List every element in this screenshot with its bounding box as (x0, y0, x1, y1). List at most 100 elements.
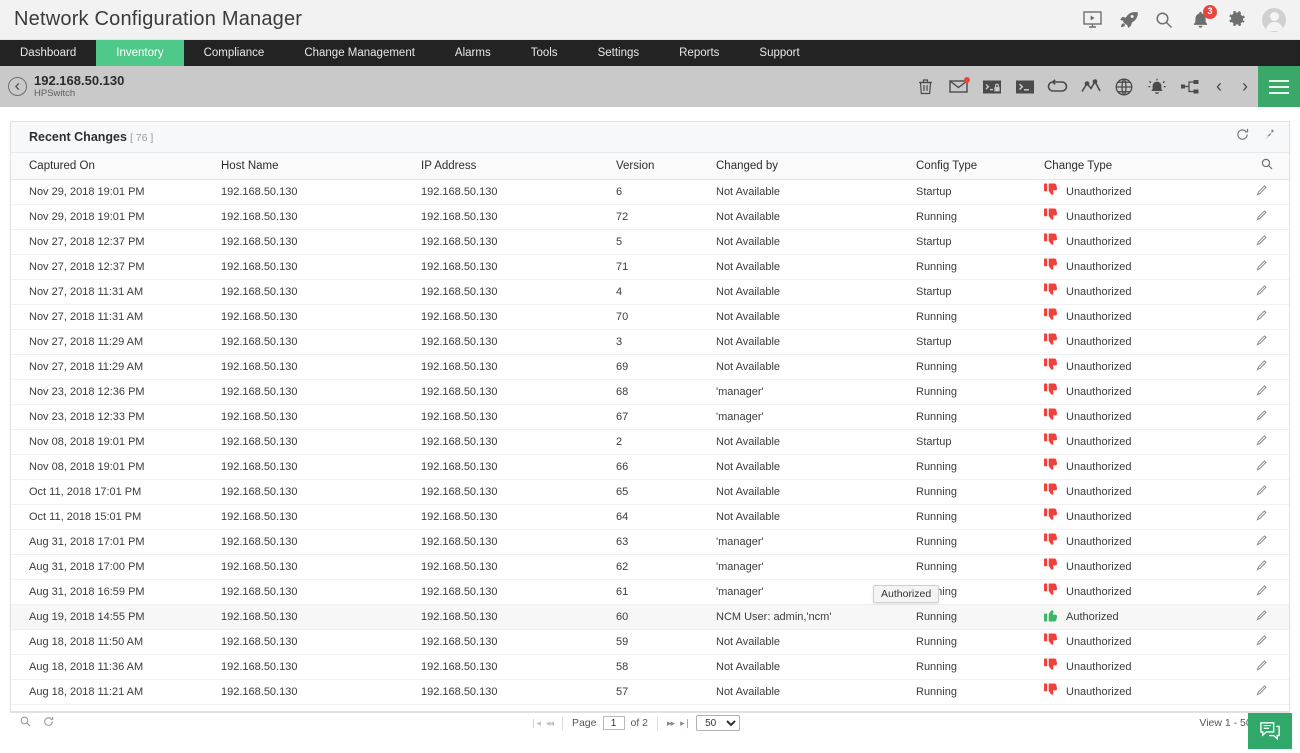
terminal-lock-icon[interactable] (975, 66, 1008, 107)
prev-device-button[interactable]: ‹ (1206, 66, 1232, 107)
cell-actions[interactable] (1233, 454, 1289, 479)
bell-icon[interactable]: 3 (1190, 10, 1210, 30)
cell-actions[interactable] (1233, 479, 1289, 504)
gear-icon[interactable] (1226, 10, 1246, 30)
edit-icon[interactable] (1256, 462, 1267, 474)
nav-item-change-management[interactable]: Change Management (284, 40, 435, 66)
next-device-button[interactable]: › (1232, 66, 1258, 107)
table-row[interactable]: Aug 31, 2018 17:00 PM192.168.50.130192.1… (11, 554, 1289, 579)
avatar[interactable] (1262, 8, 1286, 32)
cell-actions[interactable] (1233, 254, 1289, 279)
cell-actions[interactable] (1233, 179, 1289, 204)
cell-actions[interactable] (1233, 579, 1289, 604)
pin-icon[interactable] (1263, 128, 1275, 146)
table-row[interactable]: Nov 29, 2018 19:01 PM192.168.50.130192.1… (11, 204, 1289, 229)
edit-icon[interactable] (1256, 312, 1267, 324)
table-row[interactable]: Nov 27, 2018 11:31 AM192.168.50.130192.1… (11, 304, 1289, 329)
edit-icon[interactable] (1256, 637, 1267, 649)
chat-button[interactable] (1248, 713, 1292, 749)
nav-item-alarms[interactable]: Alarms (435, 40, 511, 66)
menu-button[interactable] (1258, 66, 1300, 107)
cell-actions[interactable] (1233, 329, 1289, 354)
cell-actions[interactable] (1233, 654, 1289, 679)
cell-actions[interactable] (1233, 554, 1289, 579)
edit-icon[interactable] (1256, 562, 1267, 574)
cell-actions[interactable] (1233, 404, 1289, 429)
edit-icon[interactable] (1256, 387, 1267, 399)
column-ip-address[interactable]: IP Address (421, 153, 616, 179)
edit-icon[interactable] (1256, 287, 1267, 299)
table-row[interactable]: Oct 11, 2018 17:01 PM192.168.50.130192.1… (11, 479, 1289, 504)
edit-icon[interactable] (1256, 437, 1267, 449)
cell-actions[interactable] (1233, 604, 1289, 629)
cell-actions[interactable] (1233, 529, 1289, 554)
cell-actions[interactable] (1233, 629, 1289, 654)
prev-page-button[interactable]: ◂◂ (546, 718, 553, 729)
cell-actions[interactable] (1233, 504, 1289, 529)
column-changed-by[interactable]: Changed by (716, 153, 916, 179)
cell-actions[interactable] (1233, 354, 1289, 379)
edit-icon[interactable] (1256, 262, 1267, 274)
edit-icon[interactable] (1256, 487, 1267, 499)
sync-loop-icon[interactable] (1041, 66, 1074, 107)
table-row[interactable]: Aug 18, 2018 11:36 AM192.168.50.130192.1… (11, 654, 1289, 679)
column-config-type[interactable]: Config Type (916, 153, 1044, 179)
table-row[interactable]: Aug 31, 2018 16:59 PM192.168.50.130192.1… (11, 579, 1289, 604)
alarm-bell-icon[interactable] (1140, 66, 1173, 107)
search-icon[interactable] (20, 716, 31, 730)
edit-icon[interactable] (1256, 662, 1267, 674)
nav-item-dashboard[interactable]: Dashboard (0, 40, 96, 66)
page-number-input[interactable] (603, 716, 625, 730)
cell-actions[interactable] (1233, 304, 1289, 329)
nav-item-reports[interactable]: Reports (659, 40, 739, 66)
table-row[interactable]: Oct 11, 2018 15:01 PM192.168.50.130192.1… (11, 504, 1289, 529)
column-host-name[interactable]: Host Name (221, 153, 421, 179)
line-chart-icon[interactable] (1074, 66, 1107, 107)
table-row[interactable]: Nov 27, 2018 12:37 PM192.168.50.130192.1… (11, 229, 1289, 254)
rocket-icon[interactable] (1118, 10, 1138, 30)
edit-icon[interactable] (1256, 537, 1267, 549)
last-page-button[interactable]: ▸❘ (680, 718, 690, 729)
table-row[interactable]: Aug 18, 2018 11:21 AM192.168.50.130192.1… (11, 679, 1289, 704)
terminal-icon[interactable] (1008, 66, 1041, 107)
nav-item-settings[interactable]: Settings (578, 40, 660, 66)
presentation-icon[interactable] (1082, 10, 1102, 30)
mail-icon[interactable] (942, 66, 975, 107)
column-captured-on[interactable]: Captured On (11, 153, 221, 179)
table-row[interactable]: Nov 27, 2018 12:37 PM192.168.50.130192.1… (11, 254, 1289, 279)
edit-icon[interactable] (1256, 612, 1267, 624)
refresh-icon[interactable] (43, 716, 54, 730)
search-icon[interactable] (1154, 10, 1174, 30)
cell-actions[interactable] (1233, 229, 1289, 254)
edit-icon[interactable] (1256, 187, 1267, 199)
next-page-button[interactable]: ▸▸ (667, 718, 674, 729)
refresh-icon[interactable] (1236, 128, 1249, 146)
edit-icon[interactable] (1256, 587, 1267, 599)
edit-icon[interactable] (1256, 412, 1267, 424)
table-row[interactable]: Nov 27, 2018 11:31 AM192.168.50.130192.1… (11, 279, 1289, 304)
table-row[interactable]: Nov 27, 2018 11:29 AM192.168.50.130192.1… (11, 354, 1289, 379)
edit-icon[interactable] (1256, 337, 1267, 349)
trash-icon[interactable] (909, 66, 942, 107)
table-row[interactable]: Nov 23, 2018 12:36 PM192.168.50.130192.1… (11, 379, 1289, 404)
table-row[interactable]: Nov 08, 2018 19:01 PM192.168.50.130192.1… (11, 429, 1289, 454)
table-row[interactable]: Aug 19, 2018 14:55 PM192.168.50.130192.1… (11, 604, 1289, 629)
edit-icon[interactable] (1256, 362, 1267, 374)
cell-actions[interactable] (1233, 379, 1289, 404)
edit-icon[interactable] (1256, 687, 1267, 699)
page-size-select[interactable]: 102550100 (696, 715, 740, 731)
table-row[interactable]: Nov 27, 2018 11:29 AM192.168.50.130192.1… (11, 329, 1289, 354)
column-change-type[interactable]: Change Type (1044, 153, 1233, 179)
edit-icon[interactable] (1256, 512, 1267, 524)
cell-actions[interactable] (1233, 429, 1289, 454)
column-version[interactable]: Version (616, 153, 716, 179)
nav-item-compliance[interactable]: Compliance (184, 40, 285, 66)
table-row[interactable]: Aug 18, 2018 11:50 AM192.168.50.130192.1… (11, 629, 1289, 654)
edit-icon[interactable] (1256, 237, 1267, 249)
cell-actions[interactable] (1233, 679, 1289, 704)
cell-actions[interactable] (1233, 204, 1289, 229)
nav-item-tools[interactable]: Tools (511, 40, 578, 66)
cell-actions[interactable] (1233, 279, 1289, 304)
edit-icon[interactable] (1256, 212, 1267, 224)
table-search-icon[interactable] (1233, 153, 1289, 179)
